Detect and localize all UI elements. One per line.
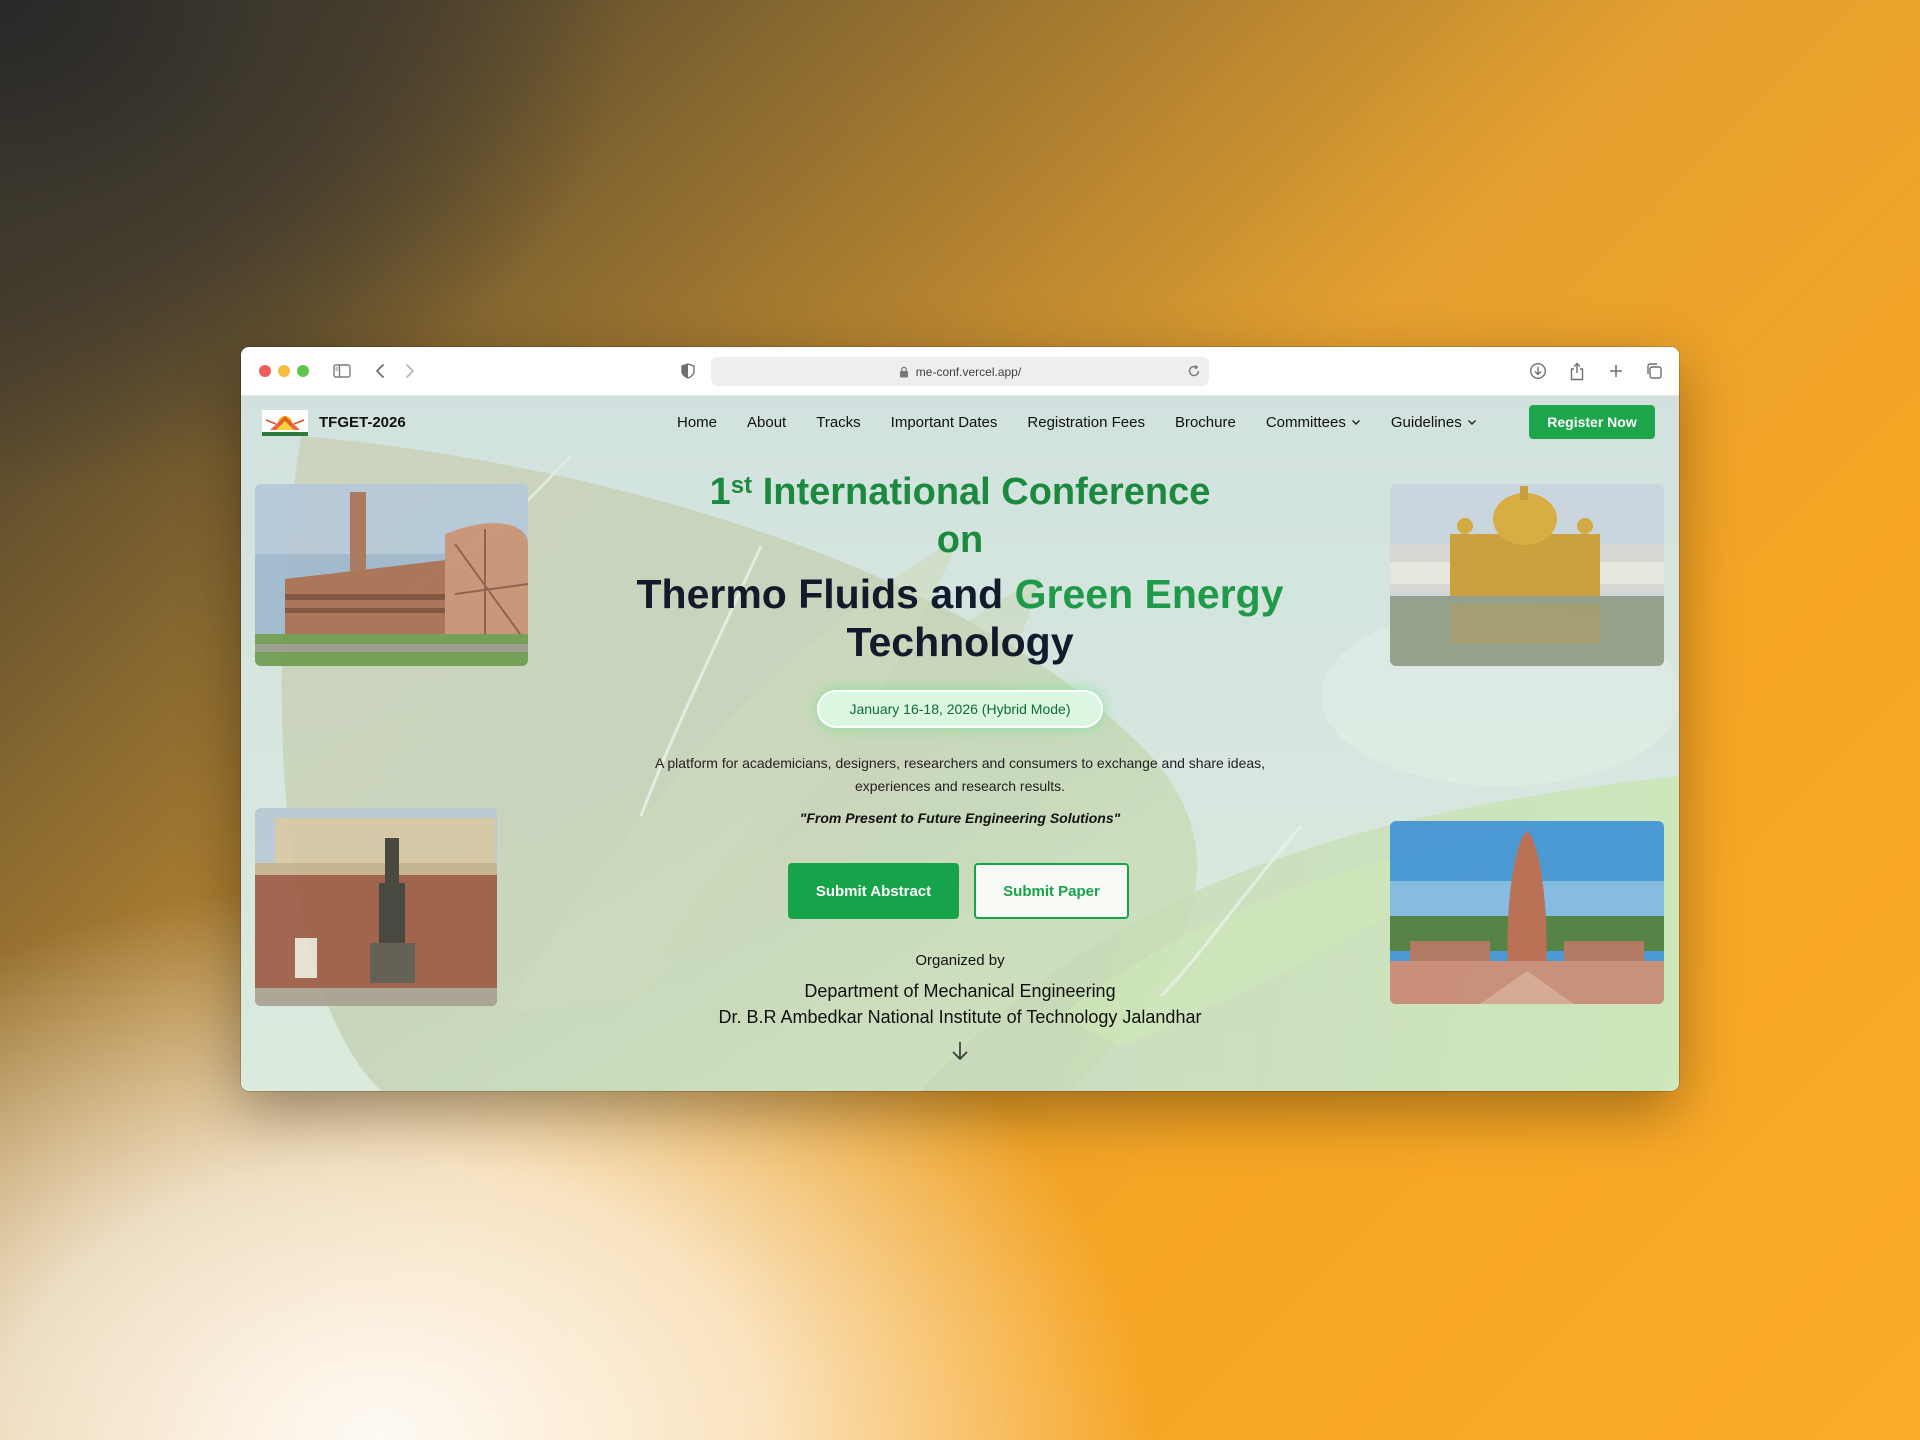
- conference-logo[interactable]: [262, 410, 308, 436]
- close-window-button[interactable]: [259, 365, 271, 377]
- reload-icon[interactable]: [1187, 364, 1201, 381]
- organizer-institute: Dr. B.R Ambedkar National Institute of T…: [718, 1007, 1202, 1027]
- minimize-window-button[interactable]: [278, 365, 290, 377]
- back-arrow-icon[interactable]: [371, 359, 389, 383]
- site-navbar: TFGET-2026 Home About Tracks Important D…: [241, 396, 1679, 450]
- conference-date-badge: January 16-18, 2026 (Hybrid Mode): [817, 690, 1103, 728]
- nav-important-dates[interactable]: Important Dates: [891, 414, 998, 431]
- conference-title-on: on: [936, 519, 984, 561]
- browser-window: me-conf.vercel.app/ TFGET-2026 Home Abou…: [241, 347, 1679, 1091]
- chevron-down-icon: [1351, 419, 1361, 426]
- golden-temple-photo: [1390, 484, 1664, 666]
- hero-title: 1st International Conference on Thermo F…: [601, 468, 1319, 666]
- forward-arrow-icon[interactable]: [401, 359, 419, 383]
- organized-by-label: Organized by: [915, 952, 1005, 969]
- jallianwala-memorial-photo: [1390, 821, 1664, 1004]
- nav-registration-fees[interactable]: Registration Fees: [1027, 414, 1145, 431]
- tab-overview-icon[interactable]: [1643, 359, 1665, 383]
- nav-guidelines[interactable]: Guidelines: [1391, 414, 1477, 431]
- nav-committees-label: Committees: [1265, 414, 1346, 431]
- nav-links: Home About Tracks Important Dates Regist…: [677, 414, 1507, 431]
- organizer-department: Department of Mechanical Engineering: [804, 981, 1116, 1001]
- scroll-down-arrow-icon[interactable]: [950, 1040, 970, 1062]
- conference-tagline: "From Present to Future Engineering Solu…: [799, 810, 1121, 826]
- nav-about[interactable]: About: [747, 414, 786, 431]
- url-text: me-conf.vercel.app/: [915, 364, 1022, 379]
- brand-name[interactable]: TFGET-2026: [319, 414, 406, 431]
- institute-building-photo: [255, 484, 528, 666]
- register-now-button[interactable]: Register Now: [1529, 405, 1655, 439]
- nav-guidelines-label: Guidelines: [1390, 414, 1462, 431]
- sidebar-toggle-icon[interactable]: [331, 359, 353, 383]
- conference-title-line1: 1st International Conference: [601, 468, 1319, 516]
- submit-paper-button[interactable]: Submit Paper: [974, 863, 1129, 919]
- web-page: TFGET-2026 Home About Tracks Important D…: [241, 396, 1679, 1091]
- address-bar[interactable]: me-conf.vercel.app/: [711, 357, 1209, 386]
- jallianwala-bagh-photo: [255, 808, 497, 1006]
- new-tab-plus-icon[interactable]: [1605, 359, 1627, 383]
- conference-title-technology: Technology: [846, 619, 1074, 665]
- share-icon[interactable]: [1566, 359, 1588, 383]
- browser-toolbar: me-conf.vercel.app/: [241, 347, 1679, 396]
- chevron-down-icon: [1467, 419, 1477, 426]
- title-green-energy: Green Energy: [1014, 571, 1284, 617]
- conference-description: A platform for academicians, designers, …: [654, 755, 1266, 794]
- title-international-conference: International Conference: [752, 471, 1211, 513]
- nav-committees[interactable]: Committees: [1266, 414, 1361, 431]
- conference-title-line3: Thermo Fluids and Green Energy: [601, 570, 1319, 618]
- title-ordinal-suffix: st: [730, 472, 753, 499]
- maximize-window-button[interactable]: [297, 365, 309, 377]
- nav-brochure[interactable]: Brochure: [1175, 414, 1236, 431]
- submit-abstract-button[interactable]: Submit Abstract: [788, 863, 959, 919]
- nav-tracks[interactable]: Tracks: [816, 414, 860, 431]
- title-thermo-fluids: Thermo Fluids and: [636, 571, 1015, 617]
- lock-icon: [899, 366, 911, 378]
- nav-home[interactable]: Home: [677, 414, 717, 431]
- privacy-shield-icon[interactable]: [679, 359, 697, 383]
- download-icon[interactable]: [1527, 359, 1549, 383]
- title-ordinal: 1: [709, 471, 731, 513]
